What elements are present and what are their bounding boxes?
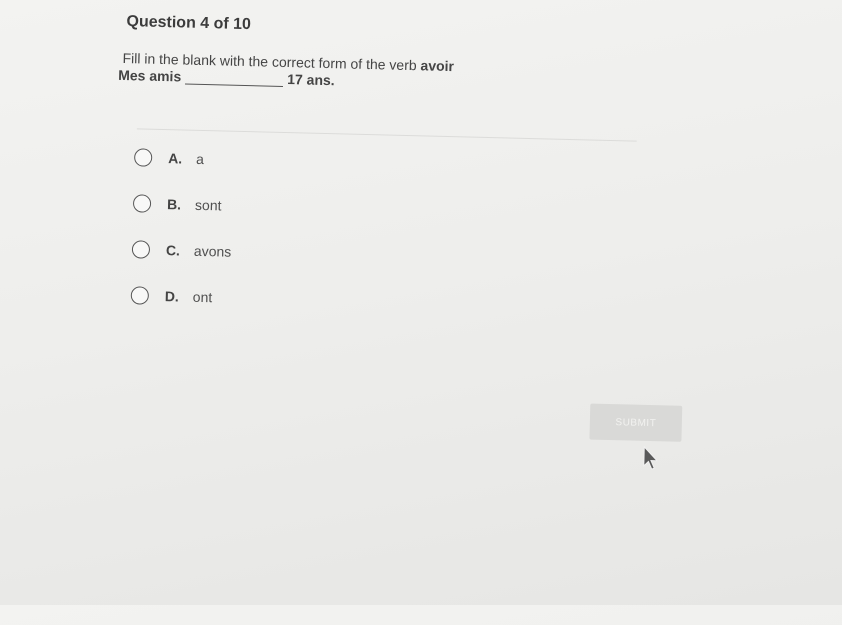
choice-letter: D. [164, 288, 180, 305]
submit-button[interactable]: SUBMIT [589, 403, 683, 442]
radio-button-icon[interactable] [133, 148, 153, 167]
choice-letter: C. [165, 242, 181, 259]
radio-button-icon[interactable] [131, 240, 151, 259]
prompt-verb: avoir [420, 57, 455, 75]
divider [136, 128, 637, 142]
choice-letter: B. [166, 196, 182, 213]
question-counter: Question 4 of 10 [126, 13, 252, 34]
choice-text: avons [193, 242, 232, 260]
choice-c[interactable]: C. avons [131, 238, 232, 262]
choice-text: ont [192, 288, 213, 306]
answer-choices: A. a B. sont C. avons D. ont [130, 146, 234, 332]
choice-b[interactable]: B. sont [132, 192, 233, 216]
answer-blank [185, 83, 284, 87]
radio-button-icon[interactable] [130, 286, 150, 305]
sentence-start: Mes amis [118, 66, 182, 85]
quiz-screen: Question 4 of 10 Fill in the blank with … [0, 0, 842, 625]
choice-a[interactable]: A. a [133, 146, 234, 170]
mouse-pointer-icon [643, 445, 659, 470]
sentence-end: 17 ans. [287, 71, 335, 89]
radio-button-icon[interactable] [132, 194, 152, 213]
choice-letter: A. [167, 150, 183, 167]
choice-text: a [195, 150, 205, 168]
choice-d[interactable]: D. ont [130, 284, 231, 308]
choice-text: sont [194, 196, 222, 214]
